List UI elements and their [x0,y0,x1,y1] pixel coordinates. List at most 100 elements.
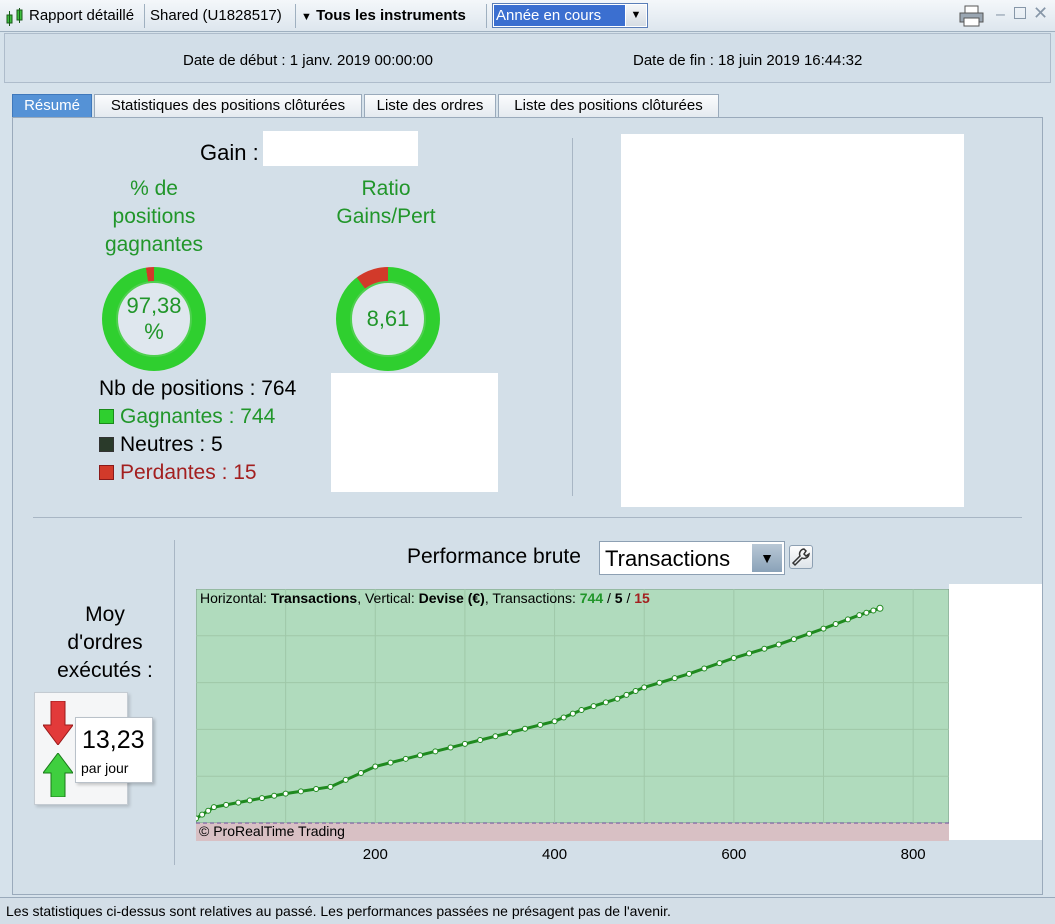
trade-point [632,688,639,695]
trade-point [746,650,753,657]
trade-point [832,621,839,628]
trade-point [271,792,278,799]
trade-point [372,763,379,770]
close-icon[interactable]: ✕ [1033,3,1048,24]
vertical-divider-2 [174,540,175,865]
win-rate-title: % de positions gagnantes [104,177,204,256]
x-tick-label: 600 [721,846,747,863]
chart-info-line: Horizontal: Transactions, Vertical: Devi… [200,590,650,606]
performance-select-value: Transactions [605,546,731,571]
win-rate-value: 97,38% [116,281,192,357]
trade-point [199,811,206,818]
breakdown-chart-box [331,373,498,492]
trade-point [258,795,265,802]
trade-point [342,776,349,783]
date-range-header: Date de début : 1 janv. 2019 00:00:00 Da… [4,33,1051,83]
trade-point [357,770,364,777]
trade-point [560,714,567,721]
x-tick-label: 200 [362,846,388,863]
trade-point [235,799,242,806]
trade-point [387,759,394,766]
trade-point [313,786,320,793]
minimize-icon[interactable]: – [996,6,1005,24]
tab-orders-list[interactable]: Liste des ordres [364,94,496,118]
trade-point [417,752,424,759]
performance-axis-select[interactable]: Transactions ▼ [599,541,785,575]
win-rate-gauge: 97,38% [102,267,206,371]
avg-orders-card: 13,23 par jour [75,717,153,783]
trade-point [492,733,499,740]
trade-point [402,755,409,762]
trade-point [863,609,870,616]
chevron-down-icon: ▼ [301,11,312,23]
trade-point [297,788,304,795]
trade-point [205,807,212,814]
trade-point [210,804,217,811]
trade-point [521,725,528,732]
trade-point [761,645,768,652]
neutrals-count: Neutres : 5 [99,433,223,457]
trade-point [578,707,585,713]
tab-summary[interactable]: Résumé [12,94,92,118]
trade-point [775,641,782,648]
trade-point [506,729,513,736]
trade-point [623,691,630,698]
trade-point [844,616,851,623]
x-tick-label: 800 [900,846,926,863]
losers-count: Perdantes : 15 [99,461,257,485]
chart-copyright: © ProRealTime Trading [199,823,345,839]
performance-chart [196,589,949,841]
candlestick-icon [6,8,23,26]
tab-closed-positions-list[interactable]: Liste des positions clôturées [498,94,719,118]
status-bar: Les statistiques ci-dessus sont relative… [0,897,1055,924]
equity-overview-box [621,134,964,507]
wrench-icon [791,548,810,567]
end-date: Date de fin : 18 juin 2019 16:44:32 [633,52,863,69]
losers-swatch-icon [99,465,114,480]
trade-point [223,801,230,808]
period-value: Année en cours [494,5,625,26]
trade-point [447,744,454,751]
trade-point [282,790,289,797]
avg-orders-value: 13,23 [82,726,145,754]
trade-point [790,636,797,643]
account-label[interactable]: Shared (U1828517) [150,4,282,28]
trade-point [461,740,468,747]
ratio-title: Ratio Gains/Pert [336,177,436,228]
trade-point [614,695,621,702]
print-icon[interactable] [958,5,986,27]
start-date: Date de début : 1 janv. 2019 00:00:00 [183,52,433,69]
arrow-up-icon [43,753,73,797]
chevron-down-icon: ▼ [752,544,782,572]
period-select[interactable]: Année en cours ▼ [492,3,648,28]
trade-point [327,783,334,790]
arrow-down-icon [43,701,73,745]
chart-right-box [949,584,1042,840]
trade-point [246,797,253,804]
trade-point [730,655,737,662]
maximize-icon[interactable] [1014,7,1026,19]
winners-count: Gagnantes : 744 [99,405,275,429]
trade-point [432,748,439,755]
trade-point [477,737,484,744]
trade-point [701,665,708,672]
ratio-gauge: 8,61 [336,267,440,371]
trade-point [870,607,877,614]
trade-point [196,815,199,822]
instruments-dropdown[interactable]: ▼ Tous les instruments [301,4,466,28]
vertical-divider [572,138,573,496]
x-tick-label: 400 [542,846,568,863]
performance-label: Performance brute [407,545,581,568]
tab-closed-positions-stats[interactable]: Statistiques des positions clôturées [94,94,362,118]
trade-point [656,679,663,686]
trade-point [876,604,884,612]
winners-swatch-icon [99,409,114,424]
settings-button[interactable] [789,545,813,569]
trade-point [551,718,558,725]
avg-orders-unit: par jour [81,760,129,776]
trade-point [686,670,693,677]
trade-point [537,721,544,728]
trade-point [602,699,609,706]
neutrals-swatch-icon [99,437,114,452]
chevron-down-icon: ▼ [626,5,646,26]
